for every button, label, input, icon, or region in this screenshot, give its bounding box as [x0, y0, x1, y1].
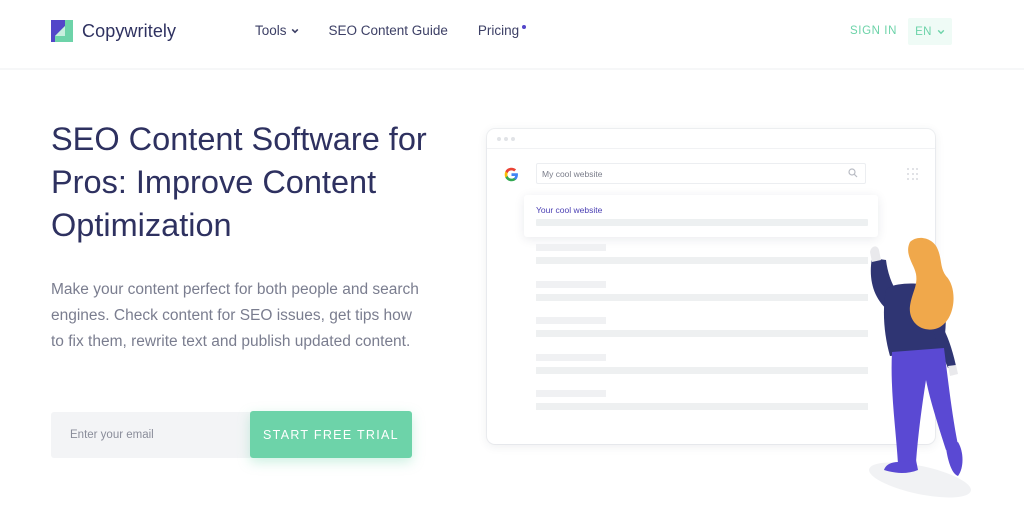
page-title: SEO Content Software for Pros: Improve C… — [51, 121, 427, 243]
brand-logo[interactable]: Copywritely — [51, 20, 176, 42]
mock-search-query: My cool website — [542, 169, 603, 179]
nav-item-label: Pricing — [477, 23, 520, 38]
browser-title-bar — [487, 129, 935, 149]
nav-item-label: SEO Content Guide — [328, 23, 448, 38]
brand-name: Copywritely — [82, 20, 177, 41]
mock-search-field: My cool website — [536, 163, 866, 184]
woman-illustration — [869, 237, 971, 498]
skeleton-result — [536, 354, 868, 374]
window-dots — [497, 137, 518, 141]
search-icon — [848, 168, 858, 178]
start-free-trial-button[interactable]: START FREE TRIAL — [250, 411, 412, 458]
email-input[interactable] — [51, 412, 251, 458]
skeleton-result — [536, 244, 868, 264]
main-nav: Tools SEO Content Guide Pricing — [255, 23, 549, 38]
notification-dot — [522, 25, 527, 29]
google-icon — [504, 167, 518, 182]
nav-item-label: Tools — [255, 23, 287, 38]
hand — [870, 246, 881, 262]
site-header: Copywritely Tools SEO Content Guide Pric… — [0, 0, 1024, 70]
skeleton-result — [536, 390, 868, 410]
result-title: Your cool website — [536, 205, 603, 215]
skeleton-result — [536, 317, 868, 337]
left-shoe — [884, 460, 918, 473]
hero-description: Make your content perfect for both peopl… — [51, 281, 419, 350]
language-label: EN — [915, 25, 932, 38]
right-shoe — [946, 442, 963, 476]
sign-in-link[interactable]: SIGN IN — [850, 25, 897, 37]
apps-grid-icon — [907, 168, 919, 180]
nav-item-tools[interactable]: Tools — [255, 23, 299, 38]
chevron-down-icon — [291, 28, 298, 34]
chevron-down-icon — [937, 29, 945, 34]
nav-item-seo-content-guide[interactable]: SEO Content Guide — [329, 23, 448, 38]
nav-item-pricing[interactable]: Pricing — [477, 23, 527, 38]
hand — [948, 365, 958, 376]
skeleton-result — [536, 281, 868, 301]
language-selector[interactable]: EN — [908, 18, 952, 45]
copywritely-logo-icon — [51, 20, 73, 42]
result-snippet-placeholder — [536, 219, 868, 226]
highlighted-search-result: Your cool website — [524, 195, 878, 237]
